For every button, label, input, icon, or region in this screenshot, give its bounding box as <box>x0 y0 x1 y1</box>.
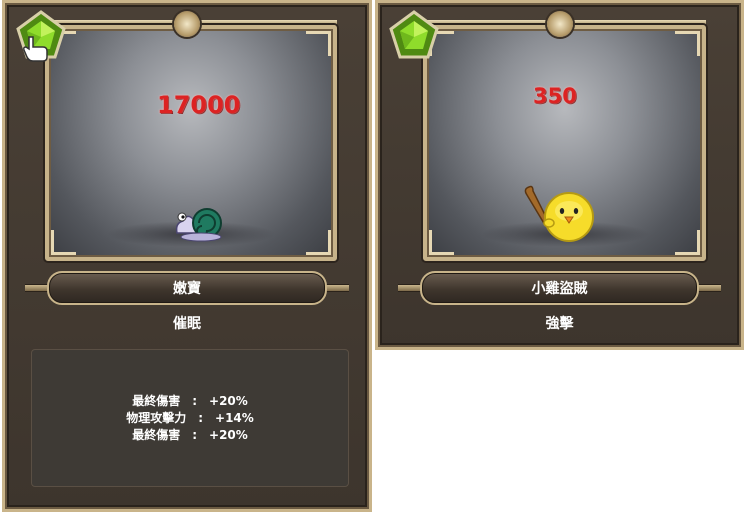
stat-separator: : <box>198 410 204 425</box>
stat-value: +20% <box>209 393 248 408</box>
skill-name: 強擊 <box>545 316 574 332</box>
stat-row: 物理攻擊力 : +14% <box>126 410 254 427</box>
monster-portrait-frame: 350 <box>423 25 706 261</box>
stat-label: 最終傷害 <box>132 393 181 408</box>
stat-separator: : <box>192 393 198 408</box>
frame-ornament <box>174 11 200 37</box>
stat-label: 物理攻擊力 <box>126 410 187 425</box>
stat-row: 最終傷害 : +20% <box>132 393 248 410</box>
damage-value: 17000 <box>157 91 241 119</box>
stat-label: 最終傷害 <box>132 427 181 442</box>
stats-panel: 最終傷害 : +20% 物理攻擊力 : +14% 最終傷害 : +20% <box>31 349 349 487</box>
green-pentagon-gem-icon <box>389 10 439 59</box>
skill-name: 催眠 <box>173 316 201 332</box>
monster-name-bar: 嫩寶 <box>25 271 349 305</box>
stat-row: 最終傷害 : +20% <box>132 427 248 444</box>
monster-name-bar: 小雞盜賊 <box>398 271 721 305</box>
snail-monster-icon <box>175 208 222 242</box>
stat-value: +14% <box>215 410 254 425</box>
monster-name: 嫩寶 <box>47 271 327 305</box>
monster-card-snail[interactable]: 17000 嫩寶 催眠 最終傷害 : +20% 物理攻擊力 : +14% 最終傷… <box>2 0 372 512</box>
frame-ornament <box>546 11 573 37</box>
monster-portrait-frame: 17000 <box>45 25 337 261</box>
damage-value: 350 <box>533 84 577 108</box>
stat-separator: : <box>192 427 198 442</box>
monster-card-chick[interactable]: 350 小雞盜賊 強擊 <box>375 0 744 350</box>
chick-bandit-monster-icon <box>524 185 594 242</box>
hand-cursor-icon <box>23 36 48 62</box>
stat-value: +20% <box>209 427 248 442</box>
monster-name: 小雞盜賊 <box>420 271 699 305</box>
